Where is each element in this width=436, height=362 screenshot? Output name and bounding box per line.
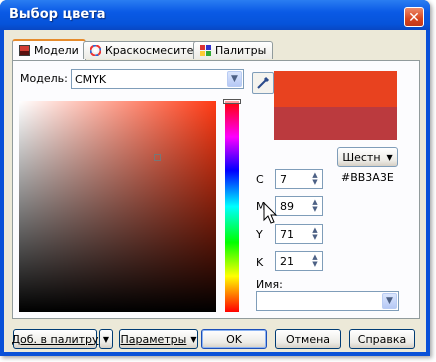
- tab-palettes[interactable]: Палитры: [193, 41, 274, 59]
- eyedropper-button[interactable]: [252, 72, 274, 94]
- close-button[interactable]: ✕: [404, 7, 424, 27]
- magenta-input[interactable]: 89 ▲ ▼: [275, 196, 323, 216]
- mouse-cursor-icon: [263, 201, 279, 226]
- spin-arrows-icon[interactable]: ▲ ▼: [310, 199, 320, 213]
- ok-label: OK: [226, 332, 242, 346]
- yellow-input[interactable]: 71 ▲ ▼: [275, 224, 323, 244]
- help-button[interactable]: Справка: [349, 329, 415, 349]
- parameters-label: Параметры: [120, 332, 187, 346]
- add-to-palette-menu-button[interactable]: ▼: [99, 329, 113, 349]
- name-select[interactable]: ▼: [256, 291, 399, 311]
- chevron-down-icon: ▼: [102, 334, 110, 344]
- color-wheel-icon: [89, 44, 102, 57]
- color-picker-dialog: Выбор цвета ✕ Модели Краскосмесители Пал…: [0, 0, 430, 356]
- cyan-label: C: [256, 173, 264, 186]
- help-label: Справка: [357, 332, 407, 346]
- parameters-button[interactable]: Параметры ▼: [119, 329, 198, 349]
- model-select-value: CMYK: [75, 73, 107, 86]
- chevron-down-icon[interactable]: ▼: [227, 71, 242, 87]
- eyedropper-icon: [257, 76, 270, 89]
- hue-slider[interactable]: [225, 101, 239, 312]
- hue-slider-handle[interactable]: [223, 99, 241, 104]
- black-value: 21: [280, 255, 294, 268]
- window-title: Выбор цвета: [9, 7, 106, 22]
- chevron-down-icon[interactable]: ▼: [382, 293, 397, 309]
- add-to-palette-button[interactable]: Доб. в палитру: [11, 329, 99, 349]
- new-color-swatch: [274, 71, 397, 107]
- black-label: K: [256, 256, 264, 269]
- yellow-label: Y: [256, 228, 263, 241]
- cyan-value: 7: [280, 173, 287, 186]
- format-select-button[interactable]: Шестн ▼: [337, 147, 398, 167]
- cancel-button[interactable]: Отмена: [275, 329, 341, 349]
- tab-models[interactable]: Модели: [12, 39, 86, 60]
- name-label: Имя:: [256, 278, 283, 291]
- color-models-icon: [19, 45, 30, 56]
- chevron-down-icon: ▼: [386, 152, 393, 162]
- magenta-value: 89: [280, 200, 294, 213]
- yellow-value: 71: [280, 228, 294, 241]
- tab-models-label: Модели: [34, 44, 79, 57]
- format-label: Шестн: [342, 150, 381, 164]
- hex-value: #BB3A3E: [341, 171, 394, 184]
- model-select[interactable]: CMYK ▼: [71, 69, 244, 89]
- spin-arrows-icon[interactable]: ▲ ▼: [310, 254, 320, 268]
- cyan-input[interactable]: 7 ▲ ▼: [275, 169, 323, 189]
- chevron-down-icon: ▼: [190, 334, 197, 344]
- spin-arrows-icon[interactable]: ▲ ▼: [310, 172, 320, 186]
- dialog-body: Модели Краскосмесители Палитры Модель: C…: [4, 30, 426, 352]
- cancel-label: Отмена: [285, 332, 331, 346]
- tab-palettes-label: Палитры: [215, 44, 267, 57]
- saturation-value-field[interactable]: [19, 101, 216, 312]
- model-label: Модель:: [20, 72, 68, 85]
- ok-button[interactable]: OK: [201, 329, 267, 349]
- palette-grid-icon: [200, 45, 211, 56]
- title-bar[interactable]: Выбор цвета ✕: [0, 0, 430, 30]
- black-input[interactable]: 21 ▲ ▼: [275, 251, 323, 271]
- color-field-marker[interactable]: [154, 154, 161, 161]
- old-color-swatch: [274, 107, 397, 140]
- spin-arrows-icon[interactable]: ▲ ▼: [310, 227, 320, 241]
- add-to-palette-label: Доб. в палитру: [11, 332, 99, 346]
